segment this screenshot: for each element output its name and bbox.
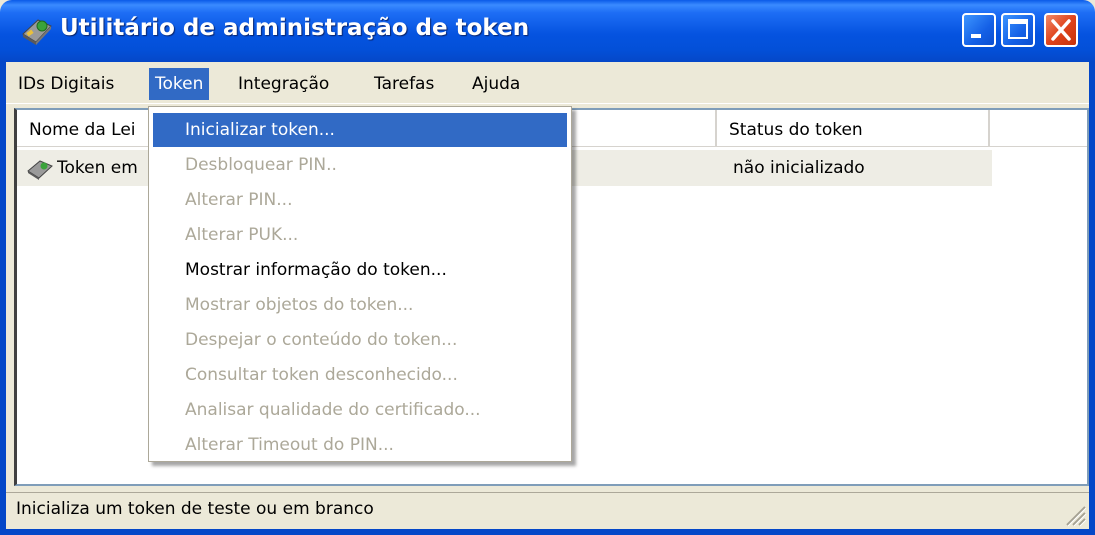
token-device-icon (22, 19, 52, 45)
maximize-button[interactable] (1001, 13, 1035, 47)
row-token-status: não inicializado (733, 158, 865, 178)
menu-item-desbloquear-pin[interactable]: Desbloquear PIN.. (153, 148, 567, 182)
window-frame-right (1089, 62, 1095, 535)
column-header-status[interactable]: Status do token (717, 110, 990, 146)
close-icon (1051, 19, 1071, 41)
menu-item-alterar-puk[interactable]: Alterar PUK... (153, 218, 567, 252)
menu-item-mostrar-informacao[interactable]: Mostrar informação do token... (153, 253, 567, 287)
minimize-icon (971, 34, 981, 38)
maximize-icon (1008, 19, 1028, 39)
window-title: Utilitário de administração de token (60, 15, 530, 41)
minimize-button[interactable] (962, 13, 996, 47)
menu-item-inicializar-token[interactable]: Inicializar token... (153, 113, 567, 147)
token-menu-dropdown: Inicializar token... Desbloquear PIN.. A… (148, 106, 572, 462)
window-frame-left (0, 62, 6, 535)
menu-item-analisar-certificado[interactable]: Analisar qualidade do certificado... (153, 393, 567, 427)
token-device-icon (27, 160, 53, 180)
menu-item-alterar-pin[interactable]: Alterar PIN... (153, 183, 567, 217)
menu-item-alterar-timeout[interactable]: Alterar Timeout do PIN... (153, 428, 567, 462)
menu-token[interactable]: Token (149, 68, 210, 100)
status-bar: Inicializa um token de teste ou em branc… (6, 492, 1089, 529)
menu-ajuda[interactable]: Ajuda (466, 68, 526, 100)
status-text: Inicializa um token de teste ou em branc… (16, 499, 374, 519)
row-token-name: Token em (57, 158, 138, 178)
menu-item-consultar-token[interactable]: Consultar token desconhecido... (153, 358, 567, 392)
title-bar[interactable]: Utilitário de administração de token (0, 0, 1095, 62)
window-frame-bottom (0, 529, 1095, 535)
menu-item-despejar-conteudo[interactable]: Despejar o conteúdo do token... (153, 323, 567, 357)
resize-grip-icon[interactable] (1061, 501, 1087, 527)
menu-ids-digitais[interactable]: IDs Digitais (12, 68, 120, 100)
menu-item-mostrar-objetos[interactable]: Mostrar objetos do token... (153, 288, 567, 322)
menu-bar: IDs Digitais Token Integração Tarefas Aj… (6, 62, 1089, 104)
menu-tarefas[interactable]: Tarefas (368, 68, 440, 100)
close-button[interactable] (1044, 13, 1078, 47)
menu-integracao[interactable]: Integração (232, 68, 335, 100)
